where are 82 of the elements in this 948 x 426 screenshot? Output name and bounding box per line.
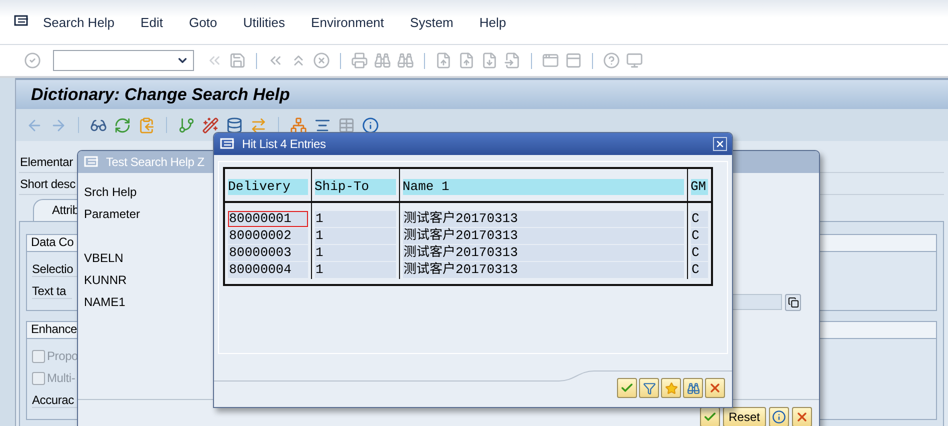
parameter-name: NAME1 [84, 295, 126, 309]
print-icon[interactable] [351, 52, 368, 69]
table-cell[interactable]: 1 [314, 228, 396, 244]
check-icon [702, 410, 717, 424]
checkbox-label: Propo [47, 349, 78, 363]
field-label: Short desc [20, 176, 76, 190]
info-icon[interactable] [362, 116, 379, 134]
accept-button[interactable] [617, 378, 637, 398]
new-window-icon[interactable] [542, 52, 559, 69]
menu-item[interactable]: Search Help [30, 14, 128, 30]
table-cell[interactable]: C [690, 228, 708, 244]
wand-icon[interactable] [202, 116, 219, 134]
window-icon [220, 138, 236, 150]
window-icon [84, 156, 100, 168]
filter-icon [642, 382, 656, 394]
multiple-selection-button[interactable] [785, 294, 801, 310]
table-cell[interactable]: 测试客户20170313 [402, 262, 684, 278]
field-label: Elementar [20, 154, 73, 168]
close-icon [795, 410, 809, 424]
menu-item[interactable]: Goto [176, 14, 230, 30]
column-header[interactable]: Delivery [228, 179, 308, 195]
cancel-icon[interactable] [313, 52, 330, 69]
close-button[interactable] [713, 137, 727, 151]
table-cell[interactable]: 80000001 [228, 211, 308, 227]
group-title: Data Co [31, 235, 74, 249]
filter-button[interactable] [639, 378, 659, 398]
star-icon [664, 382, 678, 394]
help-icon[interactable] [603, 52, 620, 69]
screen-title: Dictionary: Change Search Help [31, 84, 290, 104]
cancel-button[interactable] [705, 378, 725, 398]
find-next-icon[interactable] [397, 52, 414, 69]
menu-item[interactable]: Help [466, 14, 520, 30]
menu-item[interactable]: Utilities [230, 14, 298, 30]
table-cell[interactable]: C [690, 211, 708, 227]
table-cell[interactable]: 1 [314, 211, 396, 227]
info-icon [772, 410, 786, 424]
check-icon [620, 381, 634, 395]
table-cell[interactable]: 1 [314, 262, 396, 278]
group-title: Enhance [31, 322, 77, 336]
find-button[interactable] [683, 378, 703, 398]
table-icon[interactable] [338, 116, 355, 134]
field-label: Text ta [32, 284, 72, 298]
command-field[interactable] [53, 50, 194, 71]
info-button[interactable] [769, 407, 789, 426]
monitor-icon[interactable] [626, 52, 643, 69]
binoculars-icon [686, 382, 700, 394]
menu-item[interactable]: Environment [298, 14, 398, 30]
table-cell[interactable]: 测试客户20170313 [402, 245, 684, 261]
table-cell[interactable]: C [690, 245, 708, 261]
reset-button[interactable]: Reset [722, 407, 766, 426]
cancel-button[interactable] [792, 407, 812, 426]
column-header[interactable]: Ship-To [314, 179, 396, 195]
menu-item[interactable]: Edit [128, 14, 176, 30]
checkbox-label: Multi- [47, 371, 76, 385]
table-cell[interactable]: 80000004 [228, 262, 308, 278]
menu-item[interactable]: System [397, 14, 466, 30]
copy-icon [788, 296, 798, 308]
save-icon[interactable] [229, 52, 246, 69]
column-header[interactable]: Name 1 [402, 179, 684, 195]
table-cell[interactable]: 测试客户20170313 [402, 211, 684, 227]
dialog-title: Test Search Help Z [106, 155, 204, 169]
next-page-icon[interactable] [481, 52, 498, 69]
favorite-add-button[interactable] [661, 378, 681, 398]
dialog-label: Srch Help [84, 184, 137, 201]
parameter-name: KUNNR [84, 273, 127, 287]
table-cell[interactable]: 1 [314, 245, 396, 261]
table-cell[interactable]: 测试客户20170313 [402, 228, 684, 244]
dialog-title: Hit List 4 Entries [242, 137, 326, 151]
close-icon [715, 139, 725, 149]
table-cell[interactable]: C [690, 262, 708, 278]
close-icon [708, 381, 722, 395]
table-cell[interactable]: 80000002 [228, 228, 308, 244]
column-header[interactable]: GM [690, 179, 708, 195]
hierarchy-icon[interactable] [290, 116, 307, 134]
transfer-icon[interactable] [250, 116, 267, 134]
execute-button[interactable] [700, 407, 720, 426]
parameter-name: VBELN [84, 251, 124, 265]
table-cell[interactable]: 80000003 [228, 245, 308, 261]
find-icon[interactable] [374, 52, 391, 69]
window-icon [14, 14, 30, 26]
database-icon[interactable] [226, 116, 243, 134]
copy-icon[interactable] [138, 116, 155, 134]
